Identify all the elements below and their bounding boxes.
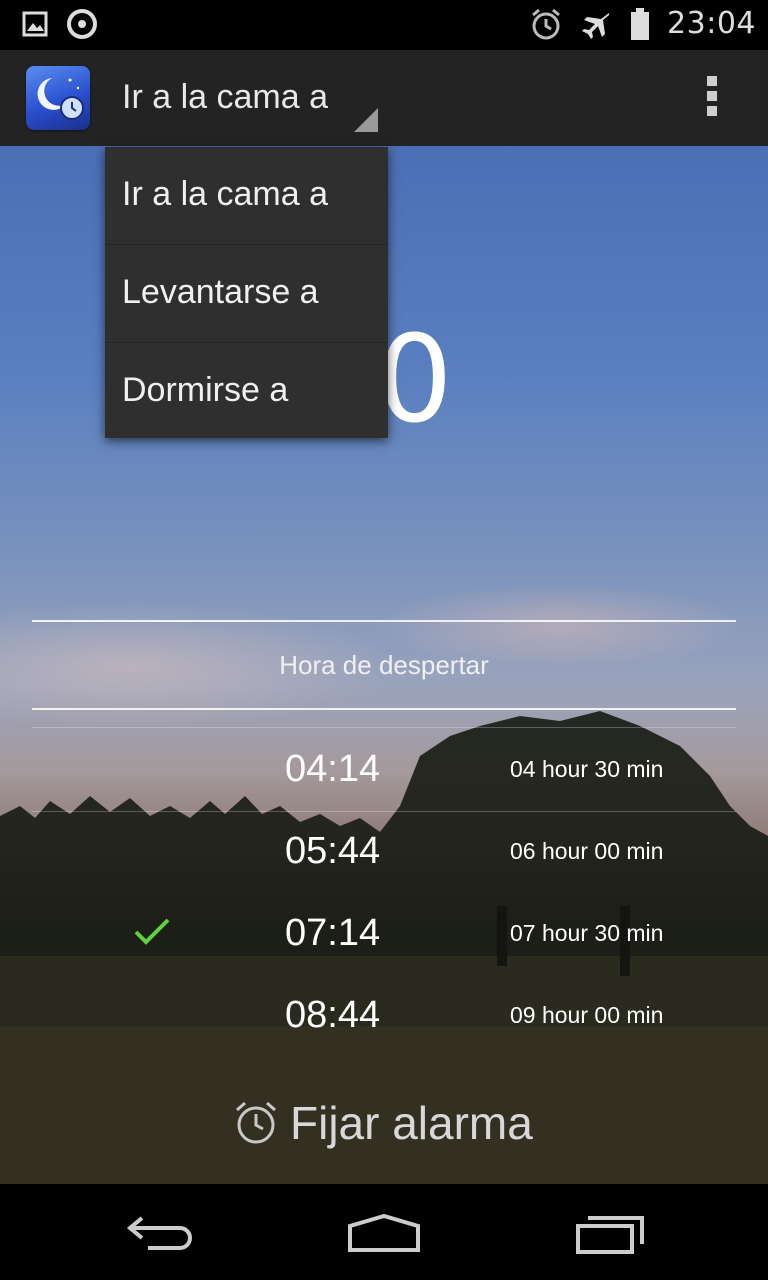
divider-top	[32, 620, 736, 622]
battery-icon	[629, 7, 651, 41]
sleep-duration: 04 hour 30 min	[510, 756, 664, 782]
action-bar: Ir a la cama a	[0, 50, 768, 146]
sleep-duration: 07 hour 30 min	[510, 920, 664, 946]
clock: 23:04	[667, 6, 756, 41]
dropdown-item-wakeup[interactable]: Levantarse a	[105, 245, 388, 343]
wake-time: 08:44	[285, 994, 381, 1036]
wake-time-row[interactable]: 08:44 09 hour 00 min	[0, 976, 768, 1058]
wake-time-row[interactable]: 04:14 04 hour 30 min	[0, 730, 768, 812]
dropdown-item-label: Levantarse a	[122, 273, 319, 311]
dropdown-item-fall-asleep[interactable]: Dormirse a	[105, 343, 388, 440]
wake-time-row[interactable]: 05:44 06 hour 00 min	[0, 812, 768, 894]
mode-spinner[interactable]: Ir a la cama a	[122, 50, 384, 146]
section-title: Hora de despertar	[279, 650, 489, 680]
list-divider	[32, 727, 736, 728]
home-icon[interactable]	[346, 1212, 422, 1261]
wake-time: 04:14	[285, 748, 381, 790]
set-alarm-button[interactable]: Fijar alarma	[232, 1096, 533, 1150]
navigation-bar	[0, 1184, 768, 1280]
spinner-dropdown-icon	[354, 108, 378, 132]
dropdown-item-label: Dormirse a	[122, 371, 289, 409]
dropdown-item-bedtime[interactable]: Ir a la cama a	[105, 147, 388, 245]
spinner-label: Ir a la cama a	[122, 78, 328, 116]
airplane-icon	[579, 7, 613, 41]
mode-dropdown-menu: Ir a la cama a Levantarse a Dormirse a	[105, 147, 388, 438]
set-alarm-label: Fijar alarma	[290, 1097, 533, 1149]
sleep-duration: 06 hour 00 min	[510, 838, 664, 864]
wake-time: 05:44	[285, 830, 381, 872]
wake-time: 07:14	[285, 912, 381, 954]
recents-icon[interactable]	[574, 1212, 646, 1261]
moon-clock-app-icon[interactable]	[26, 66, 90, 130]
dropdown-item-label: Ir a la cama a	[122, 175, 328, 213]
sync-icon	[66, 8, 98, 40]
alarm-icon	[529, 7, 563, 41]
overflow-menu-icon[interactable]	[704, 76, 720, 122]
image-icon	[22, 11, 48, 37]
wake-time-row-selected[interactable]: 07:14 07 hour 30 min	[0, 894, 768, 976]
sleep-duration: 09 hour 00 min	[510, 1002, 664, 1028]
alarm-clock-icon	[232, 1099, 280, 1147]
checkmark-icon	[132, 916, 172, 948]
status-bar: 23:04	[0, 0, 768, 50]
divider-bottom	[32, 708, 736, 710]
back-icon[interactable]	[124, 1212, 196, 1257]
